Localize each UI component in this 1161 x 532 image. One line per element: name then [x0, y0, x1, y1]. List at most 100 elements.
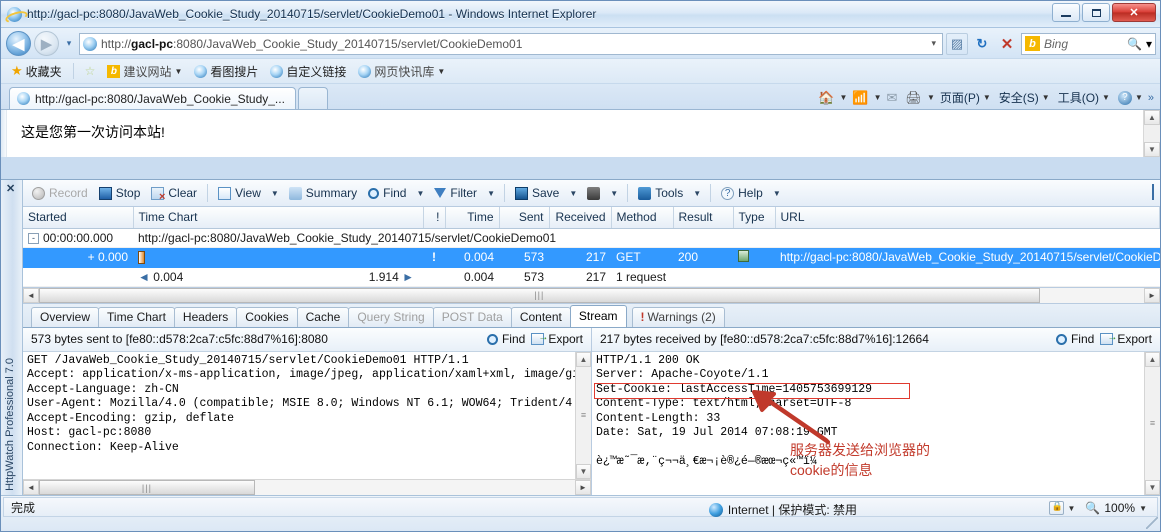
stop-button[interactable]: Stop: [94, 184, 146, 202]
back-button[interactable]: ◀: [6, 31, 31, 56]
print-button[interactable]: [582, 185, 605, 202]
scroll-thumb[interactable]: |||: [39, 480, 255, 495]
chevron-down-icon[interactable]: ▼: [412, 189, 428, 198]
tab-content[interactable]: Content: [510, 306, 571, 327]
tab-cache[interactable]: Cache: [296, 306, 350, 327]
scroll-track[interactable]: [254, 480, 575, 495]
scroll-left-icon[interactable]: ◄: [23, 287, 39, 303]
column-type[interactable]: Type: [733, 207, 776, 229]
resize-grip[interactable]: [1146, 517, 1158, 529]
scroll-up-icon[interactable]: ▲: [1144, 110, 1160, 125]
grid-horizontal-scrollbar[interactable]: ◄ ||| ►: [23, 287, 1160, 304]
chevron-down-icon[interactable]: ▼: [689, 189, 705, 198]
column-url[interactable]: URL: [775, 207, 1160, 229]
scroll-down-icon[interactable]: ▼: [1144, 142, 1160, 157]
response-body[interactable]: HTTP/1.1 200 OK Server: Apache-Coyote/1.…: [592, 351, 1160, 495]
print-button[interactable]: 🖨: [902, 89, 925, 107]
table-row-group[interactable]: -00:00:00.000 http://gacl-pc:8080/JavaWe…: [23, 228, 1160, 248]
scroll-thumb[interactable]: ≡: [1145, 367, 1160, 481]
stop-button[interactable]: ✕: [996, 33, 1018, 55]
tab-post-data[interactable]: POST Data: [432, 306, 512, 327]
record-button[interactable]: Record: [27, 184, 93, 202]
request-body[interactable]: GET /JavaWeb_Cookie_Study_20140715/servl…: [23, 351, 591, 479]
save-button[interactable]: Save: [510, 184, 564, 202]
column-started[interactable]: Started: [23, 207, 134, 229]
safety-menu-button[interactable]: 安全(S) ▼: [996, 88, 1053, 107]
response-export-button[interactable]: Export: [1100, 332, 1152, 346]
view-button[interactable]: View: [213, 184, 266, 202]
scroll-thumb[interactable]: |||: [39, 287, 1040, 303]
refresh-button[interactable]: ↻: [971, 33, 993, 55]
favorite-item-custom-links[interactable]: 自定义链接: [266, 62, 350, 81]
chevron-down-icon[interactable]: ▼: [606, 189, 622, 198]
forward-button[interactable]: ▶: [34, 31, 59, 56]
request-export-button[interactable]: Export: [531, 332, 583, 346]
expander-icon[interactable]: -: [28, 232, 39, 244]
overflow-icon[interactable]: »: [1148, 92, 1154, 104]
chevron-down-icon[interactable]: ▼: [565, 189, 581, 198]
scroll-right-icon[interactable]: ►: [1144, 287, 1160, 303]
recent-pages-dropdown-icon[interactable]: ▾: [62, 38, 76, 49]
scroll-up-icon[interactable]: ▲: [576, 351, 591, 367]
help-menu-button[interactable]: ? ▼: [1115, 90, 1146, 106]
column-time[interactable]: Time: [445, 207, 500, 229]
home-button[interactable]: 🏠: [815, 89, 837, 107]
request-vertical-scrollbar[interactable]: ▲ ≡ ▼: [575, 351, 591, 479]
feeds-button[interactable]: 📶: [849, 89, 871, 107]
minimize-button[interactable]: [1052, 3, 1080, 22]
tab-time-chart[interactable]: Time Chart: [98, 306, 175, 327]
search-icon[interactable]: 🔍: [1127, 37, 1142, 51]
tab-query-string[interactable]: Query String: [348, 306, 434, 327]
help-button[interactable]: ? Help: [716, 184, 768, 202]
privacy-button[interactable]: ▼: [1048, 501, 1075, 515]
close-icon[interactable]: ✕: [6, 182, 15, 195]
summary-button[interactable]: Summary: [284, 184, 362, 202]
url-input[interactable]: http://gacl-pc:8080/JavaWeb_Cookie_Study…: [79, 32, 943, 55]
add-to-favorites-bar-button[interactable]: ☆: [81, 63, 100, 79]
chevron-down-icon[interactable]: ▼: [267, 189, 283, 198]
tab-cookiedemo01[interactable]: http://gacl-pc:8080/JavaWeb_Cookie_Study…: [9, 87, 296, 109]
zoom-control[interactable]: 🔍 100% ▼: [1085, 501, 1147, 515]
scroll-up-icon[interactable]: ▲: [1145, 351, 1160, 367]
tab-warnings[interactable]: ! Warnings (2): [631, 306, 725, 327]
favorite-item-suggested-sites[interactable]: b 建议网站 ▼: [103, 62, 186, 81]
chevron-down-icon[interactable]: ▼: [483, 189, 499, 198]
filter-button[interactable]: Filter: [429, 184, 482, 202]
clear-button[interactable]: Clear: [146, 184, 202, 203]
scroll-track[interactable]: [1039, 287, 1144, 303]
table-row[interactable]: + 0.000 ! 0.004 573 217 GET 200 http://g…: [23, 247, 1160, 268]
chevron-down-icon[interactable]: ▼: [1139, 504, 1147, 513]
maximize-button[interactable]: [1082, 3, 1110, 22]
tools-button[interactable]: Tools: [633, 184, 688, 202]
tools-menu-button[interactable]: 工具(O) ▼: [1055, 88, 1113, 107]
tab-headers[interactable]: Headers: [173, 306, 238, 327]
tab-cookies[interactable]: Cookies: [236, 306, 298, 327]
response-vertical-scrollbar[interactable]: ▲ ≡ ▼: [1144, 351, 1160, 495]
tab-overview[interactable]: Overview: [31, 306, 100, 327]
scroll-down-icon[interactable]: ▼: [576, 464, 591, 479]
find-button[interactable]: Find: [363, 184, 411, 202]
chevron-down-icon[interactable]: ▼: [437, 67, 445, 76]
mail-button[interactable]: ✉: [884, 89, 901, 107]
favorites-button[interactable]: ★ 收藏夹: [7, 62, 66, 81]
new-tab-button[interactable]: [297, 87, 328, 109]
page-menu-button[interactable]: 页面(P) ▼: [937, 88, 994, 107]
tab-stream[interactable]: Stream: [569, 304, 627, 327]
column-result[interactable]: Result: [673, 207, 734, 229]
detach-window-button[interactable]: [1152, 184, 1154, 200]
scroll-right-icon[interactable]: ►: [575, 480, 591, 495]
response-find-button[interactable]: Find: [1055, 332, 1094, 346]
column-time-chart[interactable]: Time Chart: [133, 207, 424, 229]
favorite-item-image-search[interactable]: 看图搜片: [190, 62, 262, 81]
column-method[interactable]: Method: [611, 207, 674, 229]
chevron-down-icon[interactable]: ▼: [874, 93, 882, 102]
request-horizontal-scrollbar[interactable]: ◄ ||| ►: [23, 479, 591, 495]
chevron-down-icon[interactable]: ▼: [769, 189, 785, 198]
scroll-down-icon[interactable]: ▼: [1145, 480, 1160, 495]
chevron-down-icon[interactable]: ▼: [839, 93, 847, 102]
scroll-left-icon[interactable]: ◄: [23, 480, 39, 495]
request-find-button[interactable]: Find: [486, 332, 525, 346]
column-sent[interactable]: Sent: [499, 207, 550, 229]
page-vertical-scrollbar[interactable]: ▲ ▼: [1143, 110, 1160, 157]
url-dropdown-icon[interactable]: ▾: [928, 38, 939, 49]
